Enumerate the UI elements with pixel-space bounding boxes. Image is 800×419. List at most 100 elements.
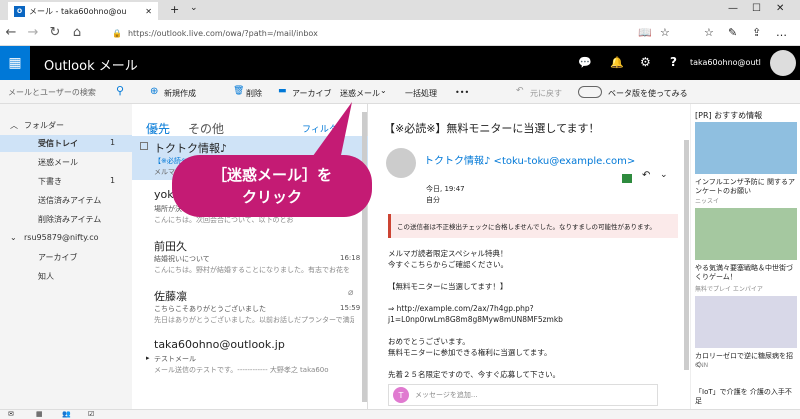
delete-button[interactable]: 削除: [246, 88, 262, 99]
quick-reply-box[interactable]: T メッセージを追加...: [388, 384, 658, 406]
tab-focused[interactable]: 優先: [146, 120, 170, 137]
account-chevron-icon[interactable]: ⌄: [10, 233, 17, 242]
browser-tab[interactable]: O メール - taka60ohno@ou ✕: [8, 2, 158, 20]
maximize-icon[interactable]: ☐: [752, 3, 761, 14]
message-subject: 結婚祝いについて: [154, 255, 210, 263]
reply-input[interactable]: メッセージを追加...: [415, 390, 478, 400]
body-line: [388, 325, 563, 336]
ad-title[interactable]: インフルエンザ予防に 関するアンケートのお願い: [695, 178, 795, 196]
tab-list-icon[interactable]: ⌄: [190, 3, 198, 13]
tasks-icon[interactable]: ☑: [88, 410, 94, 418]
url-field[interactable]: 🔒 https://outlook.live.com/owa/?path=/ma…: [112, 24, 622, 42]
search-input[interactable]: メールとユーザーの検索: [8, 87, 96, 98]
sweep-button[interactable]: 一括処理: [405, 88, 437, 99]
mail-icon[interactable]: ✉: [8, 410, 14, 418]
app-title: Outlook メール: [44, 59, 138, 74]
share-icon[interactable]: ⇪: [752, 26, 761, 39]
ad-image[interactable]: [695, 296, 797, 348]
message-sender: トクトク情報♪: [154, 142, 228, 155]
list-item[interactable]: 佐藤凛 ⌀ こちらこそありがとうございました 15:59 先日はありがとうござい…: [140, 284, 362, 330]
folder-pane: ︿ フォルダー 受信トレイ 1 迷惑メール 下書き 1 送信済みアイテム 削除済…: [0, 104, 132, 409]
favorites-icon[interactable]: ☆: [704, 26, 714, 39]
folder-drafts[interactable]: 下書き: [38, 176, 62, 187]
browser-tab-bar: O メール - taka60ohno@ou ✕ + ⌄ — ☐ ✕: [0, 0, 800, 20]
bell-icon[interactable]: 🔔: [610, 56, 624, 69]
close-window-icon[interactable]: ✕: [776, 3, 784, 14]
gear-icon[interactable]: ⚙: [640, 55, 651, 69]
calendar-icon[interactable]: ▦: [36, 410, 43, 418]
new-tab-icon[interactable]: +: [170, 3, 179, 16]
undo-button[interactable]: 元に戻す: [530, 88, 562, 99]
app-launcher-icon[interactable]: ▦: [0, 46, 30, 80]
message-preview: こんにちは。野村が結婚することになりました。有志でお花を: [154, 266, 350, 274]
user-name[interactable]: taka60ohno@outl: [690, 58, 761, 67]
drafts-count: 1: [110, 176, 116, 185]
message-preview: メール送信のテストです。------------ 大野孝之 taka60o: [154, 366, 329, 374]
ad-title[interactable]: 「IoT」で介護を 介護の入手不足: [695, 388, 795, 406]
folders-chevron-icon[interactable]: ︿: [10, 120, 18, 131]
ad-title[interactable]: やる気満々要塞戦略＆中世街づくりゲーム！: [695, 264, 795, 282]
home-icon[interactable]: ⌂: [66, 25, 88, 40]
email-body: メルマガ読者限定スペシャル特典！ 今すぐこちらからご確認ください。 【無料モニタ…: [388, 248, 563, 380]
folder-archive[interactable]: アーカイブ: [38, 252, 78, 263]
body-line: おめでとうございます。: [388, 337, 470, 346]
undo-icon: ↶: [516, 86, 524, 96]
people-icon[interactable]: 👥: [62, 410, 71, 418]
archive-button[interactable]: アーカイブ: [292, 88, 332, 99]
list-item[interactable]: 前田久 結婚祝いについて 16:18 こんにちは。野村が結婚することになりました…: [140, 234, 362, 280]
junk-dropdown-icon[interactable]: ⌄: [380, 86, 387, 95]
more-icon[interactable]: …: [776, 26, 787, 39]
inbox-count: 1: [110, 138, 116, 147]
tab-title: メール - taka60ohno@ou: [29, 6, 127, 16]
ad-image[interactable]: [695, 208, 797, 260]
reply-dropdown-icon[interactable]: ⌄: [660, 170, 668, 180]
ad-title[interactable]: カロリーゼロで逆に糖尿病を招く: [695, 352, 795, 370]
search-icon[interactable]: ⚲: [116, 84, 124, 97]
beta-label: ベータ版を使ってみる: [608, 89, 688, 98]
list-item[interactable]: taka60ohno@outlook.jp ▸ テストメール メール送信のテスト…: [140, 334, 362, 380]
outlook-tab-icon: O: [14, 5, 25, 17]
reading-view-icon[interactable]: 📖: [638, 26, 652, 39]
new-button[interactable]: 新規作成: [164, 88, 196, 99]
account-label[interactable]: rsu95879@nifty.co: [24, 233, 99, 242]
message-sender: taka60ohno@outlook.jp: [154, 338, 285, 351]
help-icon[interactable]: ?: [670, 55, 677, 69]
folder-junk[interactable]: 迷惑メール: [38, 157, 78, 168]
back-icon[interactable]: ←: [0, 25, 22, 40]
trash-icon: 🗑: [233, 86, 245, 96]
pen-icon[interactable]: ✎: [728, 26, 737, 39]
reading-scrollbar[interactable]: [684, 140, 689, 370]
body-line: [388, 292, 563, 303]
folder-inbox-label: 受信トレイ: [38, 139, 78, 148]
beta-toggle[interactable]: [578, 86, 602, 98]
folder-sent[interactable]: 送信済みアイテム: [38, 195, 101, 206]
user-initial-avatar: T: [393, 387, 409, 403]
message-subject: テストメール: [154, 355, 196, 363]
message-sender: 佐藤凛: [154, 290, 187, 303]
attachment-icon: ⌀: [348, 288, 354, 298]
message-time: 16:18: [340, 254, 361, 262]
body-line: 今すぐこちらからご確認ください。: [388, 260, 508, 269]
ads-pane: [PR] おすすめ情報 インフルエンザ予防に 関するアンケートのお願い ニッスイ…: [690, 104, 800, 409]
refresh-icon[interactable]: ↻: [44, 25, 66, 40]
select-checkbox[interactable]: [140, 142, 148, 150]
expand-icon[interactable]: ▸: [146, 354, 150, 362]
tab-other[interactable]: その他: [188, 120, 224, 137]
message-preview: 先日はありがとうございました。以前お話しだプランターで満足し: [154, 316, 354, 324]
ad-image[interactable]: [695, 122, 797, 174]
folder-contacts[interactable]: 知人: [38, 271, 54, 282]
email-from[interactable]: トクトク情報♪ <toku-toku@example.com>: [424, 152, 635, 167]
favorite-star-icon[interactable]: ☆: [660, 26, 670, 39]
body-line: [388, 358, 563, 369]
folder-deleted[interactable]: 削除済みアイテム: [38, 214, 101, 225]
forward-icon[interactable]: →: [22, 25, 44, 40]
more-actions-button[interactable]: •••: [455, 88, 469, 97]
minimize-icon[interactable]: —: [728, 3, 738, 14]
skype-icon[interactable]: 💬: [578, 56, 592, 69]
reply-icon[interactable]: ↶: [642, 170, 650, 181]
avatar[interactable]: [770, 50, 796, 76]
ad-source: ニッスイ: [695, 198, 720, 205]
junk-button[interactable]: 迷惑メール: [340, 88, 380, 99]
reading-pane: 【※必読※】無料モニターに当選してます！ トクトク情報♪ <toku-toku@…: [372, 104, 690, 409]
close-tab-icon[interactable]: ✕: [145, 7, 152, 16]
